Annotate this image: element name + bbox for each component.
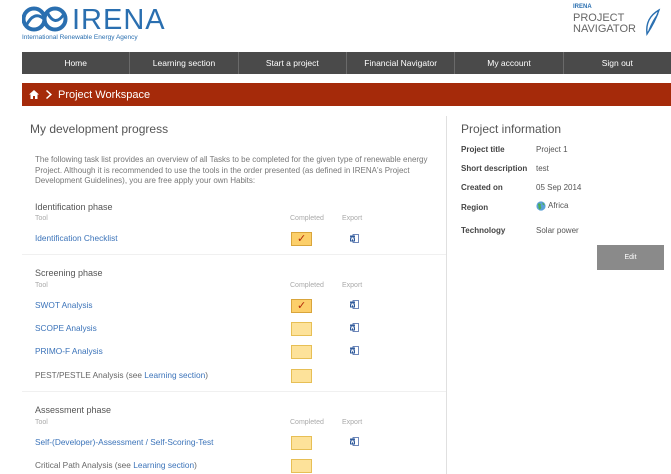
col-tool-header: Tool — [35, 419, 48, 426]
col-completed-header: Completed — [290, 282, 324, 289]
col-export-header: Export — [342, 282, 363, 289]
tool-critical-path-suffix: ) — [194, 460, 197, 470]
info-value-project-title: Project 1 — [536, 145, 568, 154]
col-completed-header: Completed — [290, 215, 324, 222]
nav-home[interactable]: Home — [22, 52, 131, 74]
pn-logo-line2: NAVIGATOR — [573, 23, 636, 35]
main-nav: Home Learning section Start a project Fi… — [22, 52, 671, 74]
info-label-short-description: Short description — [461, 164, 528, 173]
word-document-icon[interactable] — [350, 346, 359, 355]
completed-checkbox[interactable] — [291, 459, 312, 473]
checkmark-icon: ✓ — [297, 233, 307, 245]
col-export-header: Export — [342, 215, 363, 222]
tool-swot-analysis[interactable]: SWOT Analysis — [35, 300, 92, 310]
completed-checkbox[interactable] — [291, 436, 312, 450]
intro-text: The following task list provides an over… — [35, 155, 428, 185]
development-progress-panel: My development progress The following ta… — [22, 106, 447, 474]
tool-identification-checklist[interactable]: Identification Checklist — [35, 233, 118, 243]
word-document-icon[interactable] — [350, 300, 359, 309]
breadcrumb-banner: Project Workspace — [22, 83, 671, 106]
completed-checkbox[interactable] — [291, 345, 312, 359]
tool-critical-path-analysis: Critical Path Analysis (see Learning sec… — [35, 460, 197, 470]
info-value-region: Africa — [536, 201, 568, 211]
tool-critical-path-label: Critical Path Analysis (see — [35, 460, 134, 470]
section-title: My development progress — [30, 122, 169, 136]
tool-scope-analysis[interactable]: SCOPE Analysis — [35, 323, 97, 333]
completed-checkbox[interactable] — [291, 322, 312, 336]
info-value-created-on: 05 Sep 2014 — [536, 183, 582, 192]
phase-title-identification: Identification phase — [35, 202, 113, 212]
tool-self-assessment[interactable]: Self-(Developer)-Assessment / Self-Scori… — [35, 437, 213, 447]
col-completed-header: Completed — [290, 419, 324, 426]
irena-logo-icon — [22, 6, 68, 32]
page-title: Project Workspace — [58, 88, 151, 101]
info-label-created-on: Created on — [461, 183, 503, 192]
chevron-right-icon — [46, 90, 52, 99]
nav-sign-out[interactable]: Sign out — [564, 52, 671, 74]
info-label-project-title: Project title — [461, 145, 505, 154]
logo-wordmark: IRENA — [72, 4, 166, 36]
leaf-swirl-icon — [646, 8, 661, 36]
home-icon[interactable] — [29, 90, 39, 99]
completed-checkbox[interactable]: ✓ — [291, 299, 312, 313]
phase-title-screening: Screening phase — [35, 268, 103, 278]
tool-pest-pestle-analysis: PEST/PESTLE Analysis (see Learning secti… — [35, 370, 208, 380]
word-document-icon[interactable] — [350, 437, 359, 446]
irena-logo[interactable]: IRENA — [22, 4, 166, 36]
nav-financial-navigator[interactable]: Financial Navigator — [347, 52, 456, 74]
logo-subtitle: International Renewable Energy Agency — [22, 34, 138, 41]
phase-title-assessment: Assessment phase — [35, 405, 112, 415]
pn-logo-small: IRENA — [573, 4, 592, 10]
region-text: Africa — [548, 201, 569, 211]
header: IRENA International Renewable Energy Age… — [0, 0, 671, 50]
nav-start-project[interactable]: Start a project — [239, 52, 347, 74]
col-tool-header: Tool — [35, 215, 48, 222]
tool-pest-suffix: ) — [205, 370, 208, 380]
col-tool-header: Tool — [35, 282, 48, 289]
phase-divider — [22, 391, 447, 392]
info-title: Project information — [461, 122, 562, 136]
info-label-technology: Technology — [461, 226, 506, 235]
completed-checkbox[interactable] — [291, 369, 312, 383]
col-export-header: Export — [342, 419, 363, 426]
learning-section-link[interactable]: Learning section — [133, 460, 194, 470]
globe-icon — [536, 201, 546, 211]
info-value-technology: Solar power — [536, 226, 579, 235]
completed-checkbox[interactable]: ✓ — [291, 232, 312, 246]
word-document-icon[interactable] — [350, 323, 359, 332]
project-navigator-logo[interactable]: IRENA PROJECT NAVIGATOR — [573, 4, 663, 46]
nav-learning-section[interactable]: Learning section — [130, 52, 239, 74]
phase-divider — [22, 254, 447, 255]
info-value-short-description: test — [536, 164, 549, 173]
nav-my-account[interactable]: My account — [455, 52, 564, 74]
checkmark-icon: ✓ — [297, 300, 307, 312]
edit-button[interactable]: Edit — [597, 245, 664, 270]
tool-pest-label: PEST/PESTLE Analysis (see — [35, 370, 145, 380]
learning-section-link[interactable]: Learning section — [144, 370, 205, 380]
project-information-panel: Project information Project title Projec… — [447, 106, 671, 474]
word-document-icon[interactable] — [350, 234, 359, 243]
tool-primo-f-analysis[interactable]: PRIMO-F Analysis — [35, 346, 103, 356]
info-label-region: Region — [461, 203, 489, 212]
